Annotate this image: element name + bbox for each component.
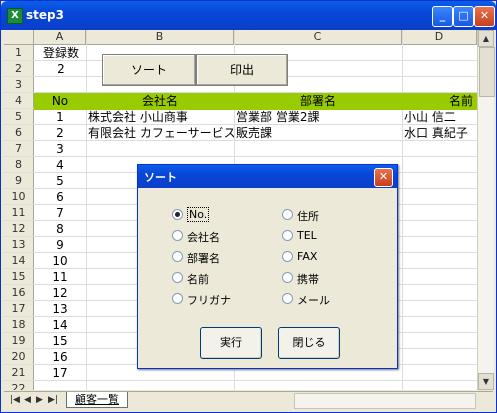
select-all-corner[interactable] [4, 30, 34, 45]
row-header[interactable]: 4 [4, 93, 34, 109]
cell-number[interactable]: 15 [34, 333, 86, 350]
row-header[interactable]: 20 [4, 349, 34, 365]
row-header[interactable]: 7 [4, 141, 34, 157]
sheet-tab-customers[interactable]: 顧客一覧 [66, 392, 128, 408]
row-header[interactable]: 9 [4, 173, 34, 189]
cell-number[interactable]: 11 [34, 269, 86, 286]
scroll-up-arrow-icon[interactable]: ▲ [478, 30, 494, 47]
title-bar[interactable]: X step3 _ □ ✕ [1, 1, 496, 30]
header-department[interactable]: 部署名 [234, 93, 402, 110]
gridline [402, 30, 403, 390]
row-header[interactable]: 2 [4, 61, 34, 77]
column-header-a[interactable]: A [34, 30, 86, 45]
row1-no[interactable]: 1 [34, 109, 86, 126]
dialog-close-icon[interactable]: ✕ [374, 168, 393, 187]
row1-name[interactable]: 小山 信二 [404, 109, 477, 126]
cell-number[interactable]: 6 [34, 189, 86, 206]
cell-a2[interactable]: 2 [36, 61, 86, 78]
cell-number[interactable]: 16 [34, 349, 86, 366]
row2-name[interactable]: 水口 真紀子 [404, 125, 477, 142]
last-sheet-icon[interactable]: ▶| [48, 395, 58, 405]
row2-no[interactable]: 2 [34, 125, 86, 142]
sort-dialog: ソート ✕ No. 会社名 部署名 名前 フリガナ 住所 TEL FAX 携帯 … [137, 164, 398, 369]
row-header[interactable]: 3 [4, 77, 34, 93]
column-header-c[interactable]: C [234, 30, 402, 45]
row-header[interactable]: 6 [4, 125, 34, 141]
row-header[interactable]: 22 [4, 381, 34, 390]
window-title: step3 [26, 8, 64, 22]
cell-number[interactable]: 5 [34, 173, 86, 190]
header-company[interactable]: 会社名 [86, 93, 234, 110]
row1-company[interactable]: 株式会社 小山商事 [88, 109, 234, 126]
row1-department[interactable]: 営業部 営業2課 [236, 109, 402, 126]
row-header[interactable]: 10 [4, 189, 34, 205]
row-header[interactable]: 8 [4, 157, 34, 173]
print-sheet-button[interactable]: 印出 [196, 54, 288, 86]
row-header[interactable]: 15 [4, 269, 34, 285]
row-header[interactable]: 13 [4, 237, 34, 253]
row-header[interactable]: 19 [4, 333, 34, 349]
row-header[interactable]: 1 [4, 45, 34, 61]
cell-number[interactable]: 10 [34, 253, 86, 270]
cell-number[interactable]: 13 [34, 301, 86, 318]
cell-number[interactable]: 4 [34, 157, 86, 174]
maximize-button[interactable]: □ [453, 6, 474, 27]
close-dialog-button[interactable]: 閉じる [278, 327, 340, 359]
first-sheet-icon[interactable]: |◀ [10, 395, 20, 405]
next-sheet-icon[interactable]: ▶ [36, 395, 43, 405]
header-name[interactable]: 名前 [402, 93, 477, 110]
prev-sheet-icon[interactable]: ◀ [24, 395, 31, 405]
gridline [86, 30, 87, 390]
column-header-d[interactable]: D [402, 30, 477, 45]
cell-number[interactable]: 17 [34, 365, 86, 382]
execute-button[interactable]: 実行 [200, 327, 262, 359]
horizontal-scrollbar[interactable] [294, 393, 476, 409]
row-header[interactable]: 16 [4, 285, 34, 301]
dialog-title: ソート [144, 171, 177, 184]
scroll-thumb[interactable] [479, 47, 495, 97]
excel-app-icon: X [7, 8, 23, 24]
cell-number[interactable]: 8 [34, 221, 86, 238]
row-header[interactable]: 5 [4, 109, 34, 125]
close-button[interactable]: ✕ [474, 6, 495, 27]
row-header[interactable]: 17 [4, 301, 34, 317]
cell-number[interactable]: 9 [34, 237, 86, 254]
row-header[interactable]: 21 [4, 365, 34, 381]
cell-a1[interactable]: 登録数 [36, 45, 86, 62]
cell-number[interactable]: 14 [34, 317, 86, 334]
row2-department[interactable]: 販売課 [236, 125, 402, 142]
row-header[interactable]: 12 [4, 221, 34, 237]
vertical-scrollbar[interactable]: ▲ ▼ [477, 30, 495, 390]
radio-selected-icon[interactable] [172, 209, 183, 220]
column-header-b[interactable]: B [86, 30, 234, 45]
header-no[interactable]: No [34, 93, 86, 110]
row-header[interactable]: 11 [4, 205, 34, 221]
cell-number[interactable]: 12 [34, 285, 86, 302]
row-header[interactable]: 18 [4, 317, 34, 333]
sheet-tab-bar: |◀ ◀ ▶ ▶| 顧客一覧 [4, 391, 493, 409]
row2-company[interactable]: 有限会社 カフェーサービス [88, 125, 234, 142]
scroll-down-arrow-icon[interactable]: ▼ [478, 373, 494, 390]
row-header[interactable]: 14 [4, 253, 34, 269]
sort-sheet-button[interactable]: ソート [102, 54, 196, 86]
cell-number[interactable]: 7 [34, 205, 86, 222]
dialog-body: No. 会社名 部署名 名前 フリガナ 住所 TEL FAX 携帯 メール 実行… [142, 191, 393, 364]
cell-number[interactable]: 3 [34, 141, 86, 158]
minimize-button[interactable]: _ [432, 6, 453, 27]
dialog-title-bar[interactable]: ソート ✕ [138, 165, 397, 188]
